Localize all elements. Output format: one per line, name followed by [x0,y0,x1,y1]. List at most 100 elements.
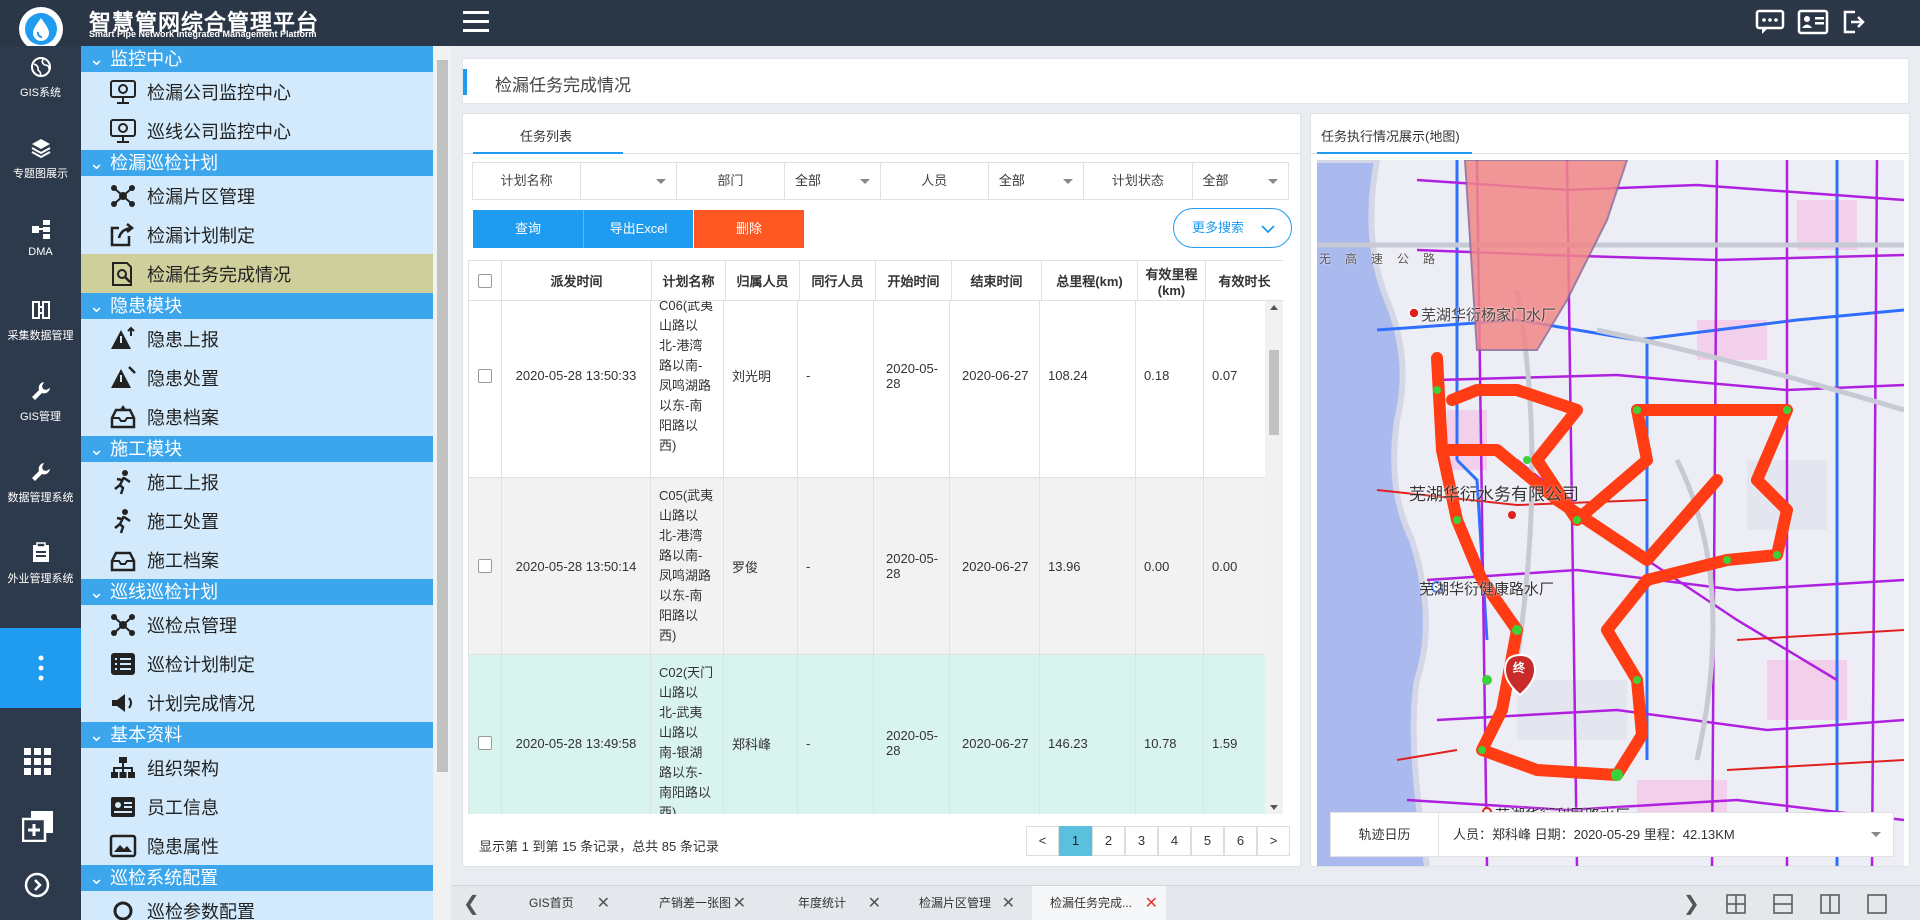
rail-item-thematic[interactable]: 专题图展示 [0,127,81,199]
close-icon[interactable]: ✕ [868,886,881,920]
layout-single-icon[interactable] [1867,894,1887,917]
menu-item-leak-area[interactable]: 检漏片区管理 [81,176,433,215]
layout-rows-icon[interactable] [1773,894,1793,917]
menu-item-leak-company-monitor[interactable]: 检漏公司监控中心 [81,72,433,111]
select-all-checkbox[interactable] [468,260,502,301]
menu-item-patrol-plan-make[interactable]: 巡检计划制定 [81,644,433,683]
menu-item-patrol-params[interactable]: 巡检参数配置 [81,891,433,920]
table-scroll-thumb[interactable] [1269,350,1279,435]
scroll-up-icon[interactable] [1270,305,1278,310]
menu-group-monitor[interactable]: ⌄ 监控中心 [81,46,433,72]
dept-select[interactable]: 全部 [785,163,881,199]
menu-group-basic[interactable]: ⌄ 基本资料 [81,722,433,748]
menu-group-leak-plan[interactable]: ⌄ 检漏巡检计划 [81,150,433,176]
rail-item-field-manage[interactable]: 外业管理系统 [0,532,81,604]
add-window-icon[interactable] [21,810,54,845]
table-row[interactable]: 2020-05-28 13:50:14 C05(武夷山路以北-港湾路以南-凤鸣湖… [468,477,1265,655]
close-icon[interactable]: ✕ [1002,886,1015,920]
menu-item-staff-info[interactable]: 员工信息 [81,787,433,826]
menu-item-leak-task-status[interactable]: 检漏任务完成情况 [81,254,433,293]
menu-item-hazard-handle[interactable]: 隐患处置 [81,358,433,397]
tab-gis-home[interactable]: GIS首页 ✕ [493,886,618,920]
scroll-down-icon[interactable] [1270,805,1278,810]
menu-item-patrol-point[interactable]: 巡检点管理 [81,605,433,644]
col-plan-name[interactable]: 计划名称 [651,260,727,301]
col-total-km[interactable]: 总里程(km) [1041,260,1139,301]
track-calendar-value[interactable]: 人员：郑科峰 日期：2020-05-29 里程：42.13KM [1453,813,1735,856]
col-valid-km[interactable]: 有效里程(km) [1137,260,1207,301]
page-6[interactable]: 6 [1224,826,1257,856]
page-2[interactable]: 2 [1092,826,1125,856]
menu-item-plan-completion[interactable]: 计划完成情况 [81,683,433,722]
map-canvas[interactable]: 终 芜湖华衍杨家门水厂 芜湖华衍水务有限公司 芜湖华衍健康路水厂 芜湖华衍利民路… [1317,160,1904,866]
menu-item-hazard-report[interactable]: 隐患上报 [81,319,433,358]
status-select[interactable]: 全部 [1193,163,1288,199]
menu-item-construction-archive[interactable]: 施工档案 [81,540,433,579]
delete-button[interactable]: 删除 [694,210,804,248]
menu-item-construction-handle[interactable]: 施工处置 [81,501,433,540]
table-row-highlighted[interactable]: 2020-05-28 13:49:58 C02(天门山路以北-武夷山路以南-银湖… [468,654,1265,814]
rail-item-collect[interactable]: 采集数据管理 [0,289,81,361]
row-checkbox[interactable] [468,654,502,814]
rail-more-button[interactable] [0,628,81,708]
row-checkbox[interactable] [468,477,502,655]
rail-item-dma[interactable]: DMA [0,208,81,280]
row-checkbox[interactable] [468,301,502,478]
col-dispatch-time[interactable]: 派发时间 [500,260,653,301]
page-4[interactable]: 4 [1158,826,1191,856]
hamburger-menu-icon[interactable] [463,11,489,33]
close-icon[interactable]: ✕ [733,886,746,920]
col-start-time[interactable]: 开始时间 [875,260,953,301]
menu-item-leak-plan-make[interactable]: 检漏计划制定 [81,215,433,254]
page-3[interactable]: 3 [1125,826,1158,856]
rail-item-gis[interactable]: GIS系统 [0,46,81,118]
tab-leak-task-active[interactable]: 检漏任务完成... ✕ [1032,886,1166,920]
menu-item-hazard-attr[interactable]: 隐患属性 [81,826,433,865]
layout-columns-icon[interactable] [1820,894,1840,917]
col-owner[interactable]: 归属人员 [725,260,801,301]
menu-item-construction-report[interactable]: 施工上报 [81,462,433,501]
col-end-time[interactable]: 结束时间 [951,260,1043,301]
page-5[interactable]: 5 [1191,826,1224,856]
menu-group-hazard[interactable]: ⌄ 隐患模块 [81,293,433,319]
menu-group-patrol-config[interactable]: ⌄ 巡检系统配置 [81,865,433,891]
logout-icon[interactable] [1841,9,1867,38]
tab-nrw-map[interactable]: 产销差一张图 ✕ [629,886,754,920]
more-search-button[interactable]: 更多搜索 [1173,208,1292,248]
tab-leak-area[interactable]: 检漏片区管理 ✕ [897,886,1023,920]
page-1[interactable]: 1 [1059,826,1092,856]
menu-group-patrol-plan[interactable]: ⌄ 巡线巡检计划 [81,579,433,605]
layout-grid-icon[interactable] [1726,894,1746,917]
track-calendar-bar[interactable]: 轨迹日历 人员：郑科峰 日期：2020-05-29 里程：42.13KM [1330,812,1894,857]
page-prev[interactable]: < [1026,826,1059,856]
tab-task-list[interactable]: 任务列表 [520,126,572,145]
col-companion[interactable]: 同行人员 [799,260,877,301]
person-select[interactable]: 全部 [989,163,1085,199]
query-button[interactable]: 查询 [473,210,583,248]
menu-item-patrol-company-monitor[interactable]: 巡线公司监控中心 [81,111,433,150]
message-icon[interactable] [1755,9,1785,38]
tab-map-view[interactable]: 任务执行情况展示(地图) [1321,126,1460,145]
id-card-icon[interactable] [1797,9,1829,38]
table-row[interactable]: 2020-05-28 13:50:33 C06(武夷山路以北-港湾路以南-凤鸣湖… [468,301,1265,478]
tabs-scroll-right-icon[interactable]: ❯ [1683,891,1700,916]
collapse-arrow-icon[interactable] [24,872,50,901]
dropdown-caret-icon[interactable] [1871,832,1881,837]
table-body-scroll[interactable]: 2020-05-28 13:50:33 C06(武夷山路以北-港湾路以南-凤鸣湖… [468,301,1265,814]
page-next[interactable]: > [1257,826,1290,856]
menu-item-org-structure[interactable]: 组织架构 [81,748,433,787]
grid-apps-icon[interactable] [24,748,52,779]
close-icon[interactable]: ✕ [597,886,610,920]
scroll-thumb[interactable] [437,60,448,772]
rail-item-data-manage[interactable]: 数据管理系统 [0,451,81,523]
menu-item-hazard-archive[interactable]: 隐患档案 [81,397,433,436]
menu-scrollbar[interactable] [433,46,451,920]
tab-annual-stats[interactable]: 年度统计 ✕ [763,886,889,920]
menu-group-construction[interactable]: ⌄ 施工模块 [81,436,433,462]
tabs-scroll-left-icon[interactable]: ❮ [463,891,480,916]
table-scrollbar[interactable] [1265,301,1283,814]
export-excel-button[interactable]: 导出Excel [583,210,693,248]
plan-name-input[interactable] [581,163,677,199]
close-icon[interactable]: ✕ [1145,886,1158,920]
col-valid-duration[interactable]: 有效时长 [1205,260,1283,301]
